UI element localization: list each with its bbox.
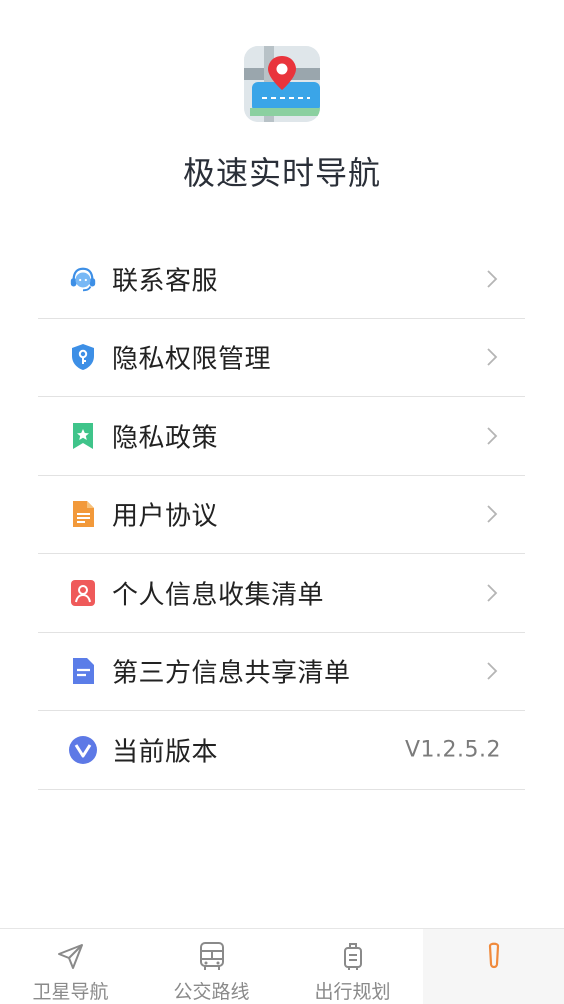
tab-satellite-navigation[interactable]: 卫星导航 xyxy=(0,929,141,1004)
tab-label: 出行规划 xyxy=(314,981,391,1003)
version-number: V1.2.5.2 xyxy=(404,737,501,763)
tab-bus-routes[interactable]: 公交路线 xyxy=(141,929,282,1004)
version-v-icon xyxy=(68,735,98,765)
menu-item-privacy-policy[interactable]: 隐私政策 xyxy=(38,397,525,476)
tab-label: 卫星导航 xyxy=(32,981,109,1003)
menu-item-label: 当前版本 xyxy=(112,737,219,768)
bottom-tab-bar: 卫星导航 公交路线 出行规划 xyxy=(0,928,564,1004)
app-name: 极速实时导航 xyxy=(182,154,381,192)
tab-profile[interactable] xyxy=(423,929,564,1004)
profile-icon xyxy=(477,939,511,973)
navigation-arrow-icon xyxy=(54,939,88,973)
settings-menu: 联系客服 隐私权限管理 隐私政策 用户协议 个人信息收集清单 第三方信息共享清单… xyxy=(38,240,525,790)
chevron-right-icon xyxy=(487,505,498,523)
menu-item-label: 个人信息收集清单 xyxy=(112,580,325,611)
menu-item-third-party-sharing-list[interactable]: 第三方信息共享清单 xyxy=(38,633,525,711)
menu-item-label: 联系客服 xyxy=(112,266,219,297)
menu-item-privacy-permissions[interactable]: 隐私权限管理 xyxy=(38,319,525,397)
tab-label: 公交路线 xyxy=(173,981,250,1003)
chevron-right-icon xyxy=(487,584,498,602)
about-page: 极速实时导航 联系客服 隐私权限管理 隐私政策 用户协议 个人信息收集清单 第三… xyxy=(0,0,564,1004)
app-logo xyxy=(244,46,320,122)
headset-icon xyxy=(68,264,98,294)
document-icon xyxy=(68,499,98,529)
menu-item-current-version: 当前版本 V1.2.5.2 xyxy=(38,711,525,790)
tab-trip-planning[interactable]: 出行规划 xyxy=(282,929,423,1004)
chevron-right-icon xyxy=(487,662,498,680)
menu-item-user-agreement[interactable]: 用户协议 xyxy=(38,476,525,554)
menu-item-label: 隐私权限管理 xyxy=(112,344,272,375)
file-lines-icon xyxy=(68,656,98,686)
user-card-icon xyxy=(68,578,98,608)
menu-item-label: 用户协议 xyxy=(112,501,219,532)
bookmark-star-icon xyxy=(68,421,98,451)
bus-icon xyxy=(195,939,229,973)
menu-item-label: 第三方信息共享清单 xyxy=(112,658,351,689)
chevron-right-icon xyxy=(487,427,498,445)
chevron-right-icon xyxy=(487,270,498,288)
menu-item-personal-info-list[interactable]: 个人信息收集清单 xyxy=(38,554,525,633)
menu-item-contact-support[interactable]: 联系客服 xyxy=(38,240,525,319)
menu-item-label: 隐私政策 xyxy=(112,423,219,454)
shield-key-icon xyxy=(68,342,98,372)
suitcase-icon xyxy=(336,939,370,973)
chevron-right-icon xyxy=(487,348,498,366)
